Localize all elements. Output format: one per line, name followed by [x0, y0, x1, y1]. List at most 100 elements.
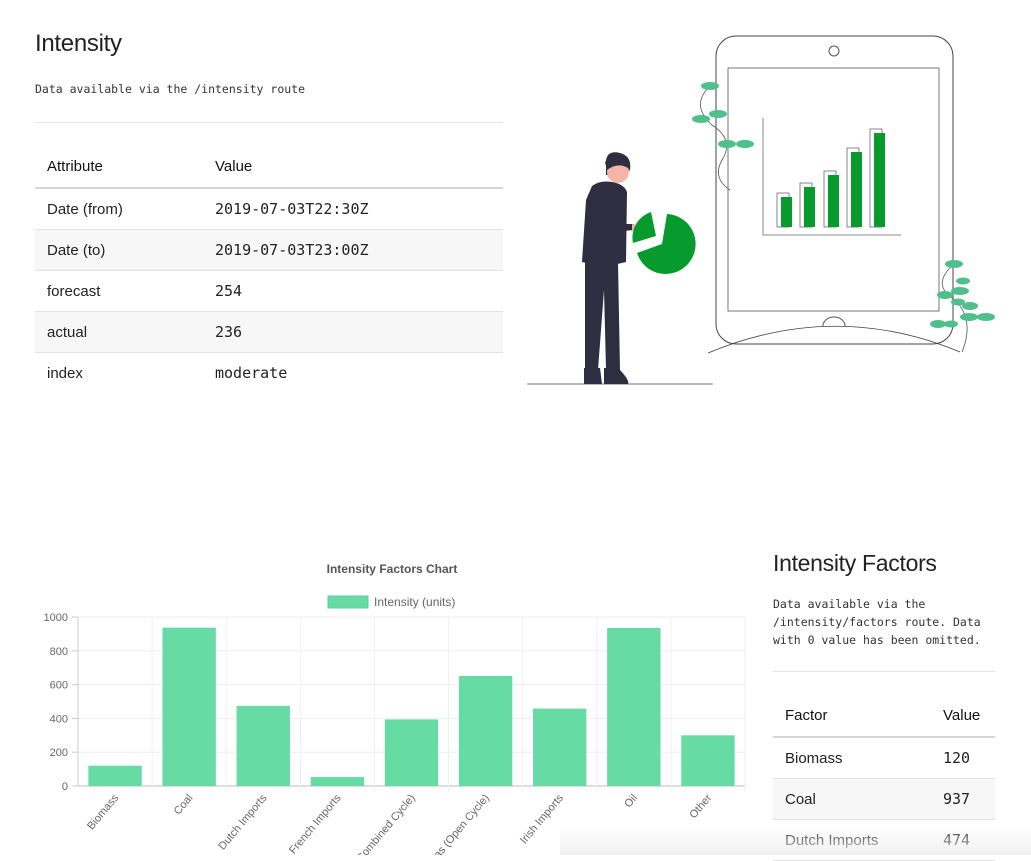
bar[interactable]: [310, 777, 365, 786]
tablet-bar: [851, 152, 862, 227]
bar-chart: Intensity Factors Chart Intensity (units…: [44, 562, 746, 861]
data-report-illustration: [527, 35, 995, 385]
value-cell: 937: [931, 778, 995, 820]
x-tick-label: Irish Imports: [518, 792, 566, 846]
bar[interactable]: [458, 675, 513, 786]
factors-description-line: with 0 value has been omitted.: [773, 633, 981, 647]
x-tick-label: French Imports: [287, 792, 344, 855]
x-tick-label: Oil: [622, 792, 640, 810]
leaf: [956, 277, 970, 285]
tablet-bar: [828, 175, 839, 227]
leaf: [930, 320, 946, 328]
divider: [35, 122, 503, 123]
intensity-table: Attribute Value Date (from) 2019-07-03T2…: [35, 145, 503, 393]
bar[interactable]: [607, 627, 661, 786]
leaf: [951, 287, 969, 295]
y-tick-label: 200: [50, 747, 68, 759]
column-header-value: Value: [203, 145, 503, 189]
attribute-cell: index: [47, 364, 83, 382]
x-tick-label: Gas (Open Cycle): [426, 792, 492, 855]
factor-cell: Coal: [773, 778, 931, 820]
leaf: [944, 320, 958, 328]
table-row: actual 236: [35, 311, 503, 353]
y-tick-label: 400: [50, 713, 68, 725]
column-header-value: Value: [931, 694, 995, 738]
table-header-row: Attribute Value: [35, 145, 503, 189]
value-cell: 2019-07-03T23:00Z: [203, 229, 503, 271]
bar[interactable]: [681, 735, 735, 786]
tablet-bar: [804, 187, 815, 227]
bar[interactable]: [533, 708, 587, 786]
leaf: [718, 140, 736, 148]
factors-table: Factor Value Biomass 120 Coal 937 Dutch …: [773, 694, 995, 861]
factors-title: Intensity Factors: [773, 550, 937, 576]
table-row: forecast 254: [35, 270, 503, 312]
intensity-factors-chart: Intensity Factors Chart Intensity (units…: [30, 555, 750, 861]
factor-cell: Biomass: [773, 737, 931, 779]
x-tick-label: Dutch Imports: [216, 792, 270, 853]
bar[interactable]: [384, 719, 439, 786]
factor-cell: Dutch Imports: [773, 819, 931, 861]
leaf: [977, 313, 995, 321]
person-legs: [585, 262, 620, 370]
x-tick-label: Biomass: [85, 792, 122, 832]
column-header-attribute: Attribute: [35, 145, 203, 189]
intensity-description: Data available via the /intensity route: [35, 82, 306, 96]
x-tick-label: Coal: [172, 792, 196, 817]
value-cell: 236: [203, 311, 503, 353]
legend-swatch[interactable]: [327, 595, 369, 609]
chart-title: Intensity Factors Chart: [327, 562, 458, 576]
table-row: Dutch Imports 474: [773, 819, 995, 861]
intensity-section: Intensity Data available via the /intens…: [35, 30, 503, 393]
y-tick-label: 600: [50, 680, 68, 692]
attribute-cell: actual: [35, 311, 203, 353]
leaf: [692, 115, 710, 123]
attribute-cell: forecast: [35, 270, 203, 312]
pie-chart-slice: [632, 212, 656, 243]
tablet-bar: [781, 197, 792, 227]
person-shoe: [584, 368, 602, 384]
leaf: [937, 291, 953, 299]
leaf: [945, 260, 963, 268]
person-figure: [582, 152, 642, 384]
column-header-factor: Factor: [773, 694, 931, 738]
leaf: [960, 313, 978, 321]
divider: [773, 671, 995, 672]
factors-description-line: /intensity/factors route. Data: [773, 615, 981, 629]
intensity-factors-section: Intensity Factors Data available via the…: [773, 550, 995, 861]
person-torso: [582, 181, 627, 265]
tablet-home-button: [822, 316, 846, 327]
value-cell: 2019-07-03T22:30Z: [203, 188, 503, 230]
value-cell: 474: [931, 819, 995, 861]
factors-description: Data available via the /intensity/factor…: [773, 595, 995, 649]
bar[interactable]: [162, 627, 216, 786]
attribute-cell: Date (from): [35, 188, 203, 230]
y-tick-label: 0: [62, 781, 68, 793]
y-tick-label: 1000: [44, 612, 68, 624]
bar[interactable]: [88, 765, 142, 786]
table-row: Date (to) 2019-07-03T23:00Z: [35, 229, 503, 271]
intensity-title: Intensity: [35, 30, 122, 57]
plant-stem: [700, 85, 731, 191]
leaf: [962, 302, 978, 310]
leaf: [736, 140, 754, 148]
person-shoe: [604, 368, 629, 384]
table-row: index moderate: [35, 353, 503, 394]
x-tick-label: Other: [687, 792, 714, 821]
attribute-cell: Date (to): [35, 229, 203, 271]
value-cell: 120: [931, 737, 995, 779]
table-header-row: Factor Value: [773, 694, 995, 738]
bar[interactable]: [236, 705, 290, 786]
legend-label[interactable]: Intensity (units): [374, 595, 455, 609]
tablet-bar: [874, 133, 885, 227]
tablet-camera: [828, 45, 840, 57]
x-tick-label: Gas (Combined Cycle): [337, 792, 418, 855]
y-tick-label: 800: [50, 646, 68, 658]
factors-description-line: Data available via the: [773, 597, 926, 611]
table-row: Biomass 120: [773, 737, 995, 779]
value-cell: 254: [203, 270, 503, 312]
table-row: Coal 937: [773, 778, 995, 820]
table-row: Date (from) 2019-07-03T22:30Z: [35, 188, 503, 230]
ground-arc: [707, 325, 961, 354]
value-cell: moderate: [215, 364, 288, 382]
